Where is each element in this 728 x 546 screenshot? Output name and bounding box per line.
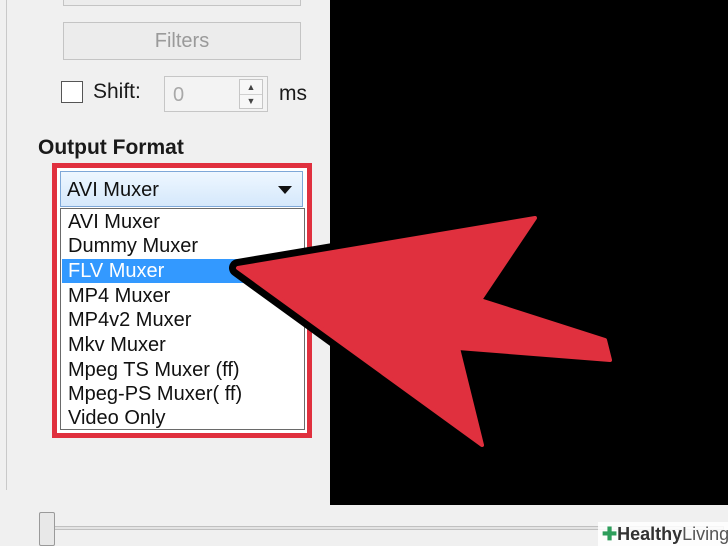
option-mpeg-ts-muxer[interactable]: Mpeg TS Muxer (ff) [62,358,303,382]
arrow-down-icon[interactable]: ▼ [240,94,262,108]
spin-buttons: ▲ ▼ [239,79,263,109]
shift-checkbox[interactable] [61,81,83,103]
option-dummy-muxer[interactable]: Dummy Muxer [62,234,303,258]
top-button[interactable] [63,0,301,6]
output-format-combobox[interactable]: AVI Muxer [60,171,303,207]
option-avi-muxer[interactable]: AVI Muxer [62,210,303,234]
output-format-dropdown-list: AVI Muxer Dummy Muxer FLV Muxer MP4 Muxe… [60,208,305,430]
option-mpeg-ps-muxer[interactable]: Mpeg-PS Muxer( ff) [62,382,303,406]
watermark-light: Living [682,524,728,544]
combobox-value: AVI Muxer [67,179,159,201]
left-panel: Filters Shift: 0 ▲ ▼ ms Output Format AV… [0,0,330,546]
filters-button[interactable]: Filters [63,22,301,60]
option-mkv-muxer[interactable]: Mkv Muxer [62,333,303,357]
shift-unit-label: ms [279,82,307,105]
option-mp4-muxer[interactable]: MP4 Muxer [62,284,303,308]
video-preview [330,0,728,505]
arrow-up-icon[interactable]: ▲ [240,80,262,95]
watermark-bold: Healthy [617,524,683,544]
output-format-title: Output Format [38,136,184,159]
panel-divider [6,0,7,490]
plus-icon: ✚ [602,524,618,544]
shift-spinbox[interactable]: 0 ▲ ▼ [164,76,268,112]
shift-label: Shift: [93,80,141,103]
option-mp4v2-muxer[interactable]: MP4v2 Muxer [62,308,303,332]
chevron-down-icon[interactable] [278,186,292,194]
shift-value[interactable]: 0 [173,84,184,107]
watermark: ✚HealthyLiving [598,522,728,546]
option-flv-muxer[interactable]: FLV Muxer [62,259,303,283]
timeline-slider-thumb[interactable] [39,512,55,546]
option-video-only[interactable]: Video Only [62,406,303,430]
